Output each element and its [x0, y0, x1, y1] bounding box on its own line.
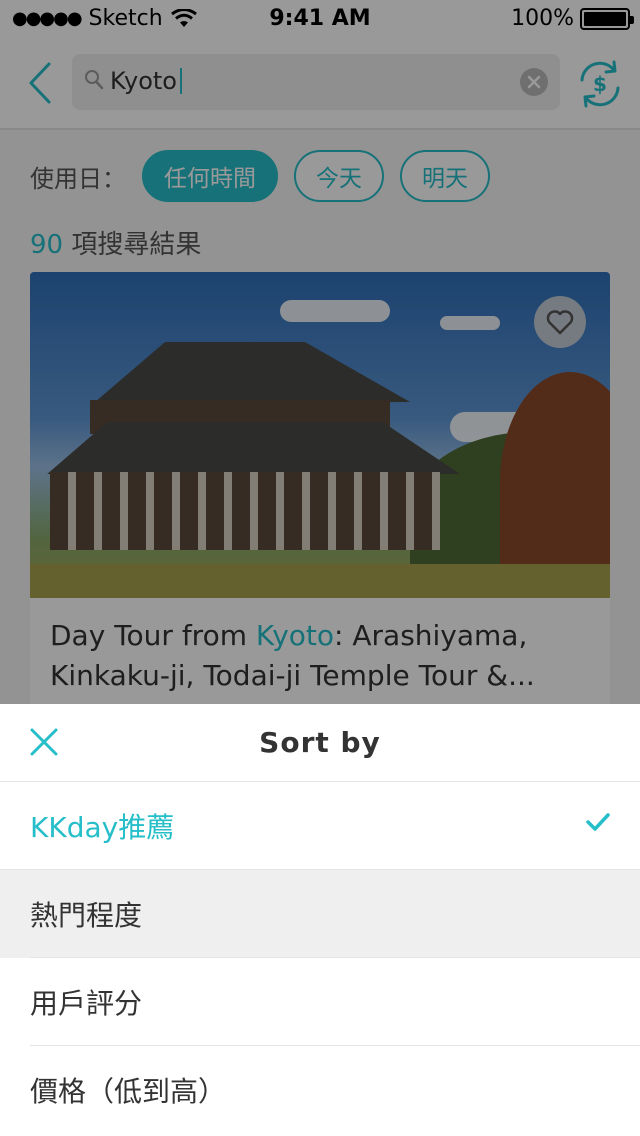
sort-option-label: 熱門程度 — [30, 899, 143, 932]
sort-option-rating[interactable]: 用戶評分 — [0, 958, 640, 1046]
sort-sheet-header: Sort by — [0, 704, 640, 782]
sort-option-label: 用戶評分 — [30, 987, 143, 1020]
check-icon — [586, 813, 610, 831]
sort-sheet: Sort by KKday推薦 熱門程度 用戶評分 價格（低到高） — [0, 704, 640, 1136]
sort-option-label: KKday推薦 — [30, 811, 175, 844]
sort-option-popularity[interactable]: 熱門程度 — [0, 870, 640, 958]
sort-option-label: 價格（低到高） — [30, 1075, 227, 1108]
sort-sheet-title: Sort by — [259, 726, 381, 759]
sort-option-recommended[interactable]: KKday推薦 — [0, 782, 640, 870]
sort-option-price-low-high[interactable]: 價格（低到高） — [0, 1046, 640, 1134]
